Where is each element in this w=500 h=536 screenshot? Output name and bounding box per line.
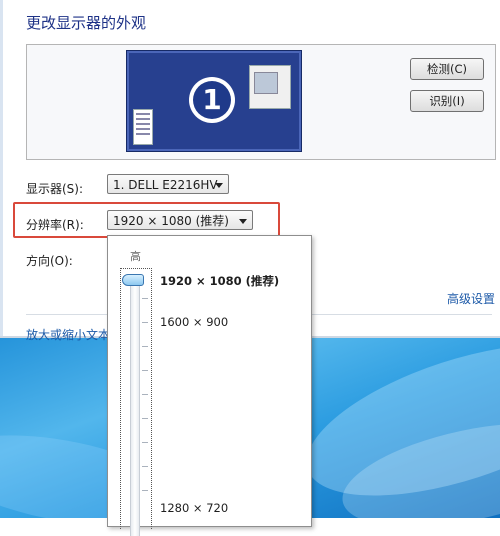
slider-tick [142,442,148,443]
slider-tick [142,490,148,491]
slider-tick [142,370,148,371]
slider-tick [142,346,148,347]
resolution-option[interactable]: 1600 × 900 [160,315,228,329]
monitor-1-preview[interactable]: 1 [126,50,302,152]
page-title: 更改显示器的外观 [26,14,147,32]
display-select-value: 1. DELL E2216HV [113,178,218,192]
window-thumbnail-icon [249,65,291,109]
display-label: 显示器(S): [26,182,84,196]
resolution-option[interactable]: 1920 × 1080 (推荐) [160,273,279,289]
slider-high-label: 高 [130,250,141,263]
monitor-number-badge: 1 [189,77,235,123]
resolution-highlight-box [13,202,280,238]
display-select[interactable]: 1. DELL E2216HV [107,174,229,194]
identify-button[interactable]: 识别(I) [410,90,484,112]
slider-tick [142,322,148,323]
window-border [0,0,3,338]
advanced-settings-link[interactable]: 高级设置 [447,290,495,307]
resolution-slider-thumb[interactable] [122,274,144,286]
slider-tick [142,298,148,299]
document-thumbnail-icon [133,109,153,145]
resolution-slider-track[interactable] [130,276,140,536]
monitor-number: 1 [193,81,231,119]
resolution-option[interactable]: 1280 × 720 [160,501,228,515]
slider-tick [142,418,148,419]
slider-tick [142,394,148,395]
text-size-link[interactable]: 放大或缩小文本 [26,326,110,343]
orientation-label: 方向(O): [26,254,73,268]
slider-tick [142,466,148,467]
chevron-down-icon [215,183,223,188]
resolution-dropdown[interactable]: 高 1920 × 1080 (推荐) 1600 × 900 1280 × 720 [107,235,312,536]
detect-button[interactable]: 检测(C) [410,58,484,80]
